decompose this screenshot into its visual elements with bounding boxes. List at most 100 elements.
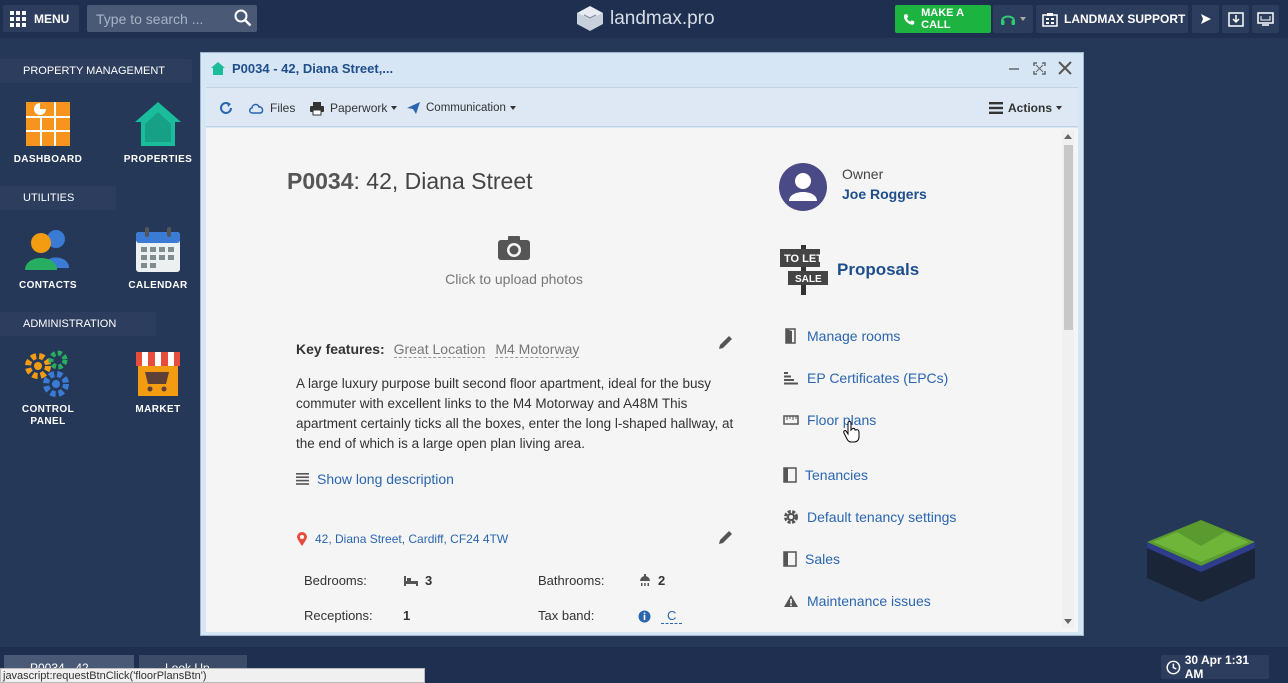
notifications-button[interactable] xyxy=(1192,5,1219,33)
download-button[interactable] xyxy=(1222,5,1249,33)
property-description: A large luxury purpose built second floo… xyxy=(296,376,734,451)
logo-text: landmax.pro xyxy=(610,8,715,29)
refresh-icon xyxy=(220,102,232,114)
calendar-icon xyxy=(136,227,180,272)
scroll-down-icon[interactable] xyxy=(1064,619,1072,624)
bathrooms-value-row: 2 xyxy=(638,573,665,588)
maintenance-issues-link[interactable]: Maintenance issues xyxy=(783,593,931,609)
control-panel-label: CONTROL PANEL xyxy=(21,404,75,427)
headset-button[interactable] xyxy=(993,5,1033,33)
window-title-bar[interactable]: P0034 - 42, Diana Street,... xyxy=(201,53,1083,83)
paper-plane-icon xyxy=(407,102,420,114)
book-icon xyxy=(783,467,797,483)
logo-cube-icon xyxy=(577,6,603,31)
scroll-up-icon[interactable] xyxy=(1064,134,1072,139)
communication-label: Communication xyxy=(426,102,506,114)
dashboard-tile[interactable]: DASHBOARD xyxy=(0,100,98,165)
market-tile[interactable]: MARKET xyxy=(108,350,208,415)
files-label: Files xyxy=(270,101,296,115)
minimize-button[interactable] xyxy=(1004,59,1024,77)
edit-features-pencil-icon[interactable] xyxy=(716,334,734,352)
communication-dropdown[interactable]: Communication xyxy=(406,98,516,118)
owner-name-link[interactable]: Joe Roggers xyxy=(842,186,927,202)
clock-text: 30 Apr 1:31 AM xyxy=(1184,653,1249,681)
default-tenancy-settings-link[interactable]: Default tenancy settings xyxy=(783,509,956,525)
grid-icon xyxy=(10,10,26,27)
to-let-sign-icon: TO LET SALE xyxy=(780,245,828,295)
minimize-icon xyxy=(1009,68,1019,70)
tenancies-link[interactable]: Tenancies xyxy=(783,467,868,483)
close-button[interactable] xyxy=(1055,59,1075,77)
search-icon[interactable] xyxy=(234,9,252,27)
expand-icon xyxy=(1032,61,1046,75)
key-feature-tag: M4 Motorway xyxy=(495,341,580,358)
contacts-label: CONTACTS xyxy=(18,280,77,291)
gears-icon xyxy=(25,350,69,397)
home-icon xyxy=(211,61,225,75)
maintenance-issues-label: Maintenance issues xyxy=(807,593,931,609)
properties-label: PROPERTIES xyxy=(123,154,193,165)
taxband-stat: Tax band: xyxy=(538,608,594,623)
properties-tile[interactable]: PROPERTIES xyxy=(108,100,208,165)
make-a-call-label: MAKE A CALL xyxy=(921,7,964,31)
landmax-support-button[interactable]: LANDMAX SUPPORT xyxy=(1036,5,1188,33)
owner-label: Owner xyxy=(842,166,884,182)
search-input[interactable] xyxy=(87,5,227,32)
manage-rooms-link[interactable]: Manage rooms xyxy=(783,328,900,344)
headset-icon xyxy=(1001,15,1015,25)
refresh-button[interactable] xyxy=(219,98,238,118)
tenancies-label: Tenancies xyxy=(805,467,869,483)
fullscreen-button[interactable] xyxy=(1252,5,1279,33)
ruler-icon xyxy=(783,415,799,425)
dashboard-icon xyxy=(26,102,70,146)
chevron-down-icon xyxy=(509,106,516,110)
section-utilities: UTILITIES xyxy=(0,186,116,210)
support-icon xyxy=(1042,12,1058,27)
map-marker-icon xyxy=(297,532,307,546)
sales-link[interactable]: Sales xyxy=(783,551,840,567)
epc-link[interactable]: EP Certificates (EPCs) xyxy=(783,370,948,386)
control-panel-tile[interactable]: CONTROL PANEL xyxy=(0,350,98,428)
manage-rooms-label: Manage rooms xyxy=(807,328,901,344)
receptions-value: 1 xyxy=(403,608,411,623)
owner-avatar[interactable] xyxy=(779,163,827,211)
camera-icon xyxy=(498,236,530,260)
section-property-management: PROPERTY MANAGEMENT xyxy=(0,59,192,83)
proposals-heading[interactable]: Proposals xyxy=(837,260,919,280)
monitor-icon xyxy=(1257,12,1274,26)
menu-button[interactable]: MENU xyxy=(3,5,79,32)
contacts-tile[interactable]: CONTACTS xyxy=(0,226,98,291)
upload-photos[interactable]: Click to upload photos xyxy=(444,235,584,287)
bedrooms-label: Bedrooms: xyxy=(304,573,367,588)
bathrooms-value: 2 xyxy=(658,573,666,588)
market-label: MARKET xyxy=(135,404,181,415)
floor-plans-link[interactable]: Floor plans xyxy=(783,412,876,428)
paperwork-label: Paperwork xyxy=(330,101,388,115)
key-feature-tag: Great Location xyxy=(393,341,486,358)
content-scrollbar[interactable] xyxy=(1062,130,1074,628)
calendar-tile[interactable]: CALENDAR xyxy=(108,226,208,291)
clock-icon xyxy=(1166,660,1181,674)
to-let-sign-bottom-text: SALE xyxy=(795,274,822,285)
make-a-call-button[interactable]: MAKE A CALL xyxy=(895,5,991,33)
clock[interactable]: 30 Apr 1:31 AM xyxy=(1161,653,1269,681)
edit-address-pencil-icon[interactable] xyxy=(716,529,734,547)
show-long-description-label: Show long description xyxy=(317,471,454,487)
scroll-thumb[interactable] xyxy=(1064,145,1073,330)
browser-status-bar: javascript:requestBtnClick('floorPlansBt… xyxy=(0,668,425,683)
bell-icon xyxy=(1200,14,1211,24)
maximize-button[interactable] xyxy=(1029,59,1049,77)
key-features-label: Key features: xyxy=(296,341,385,357)
files-button[interactable]: Files xyxy=(248,98,295,118)
bedrooms-value-row: 3 xyxy=(403,573,432,588)
taxband-value-row[interactable]: C xyxy=(638,608,683,624)
info-icon xyxy=(638,610,651,622)
landmax-logo: landmax.pro xyxy=(575,5,715,33)
actions-dropdown[interactable]: Actions xyxy=(989,98,1063,118)
actions-label: Actions xyxy=(1008,101,1053,115)
to-let-sign-top-text: TO LET xyxy=(784,253,823,265)
property-address-link[interactable]: 42, Diana Street, Cardiff, CF24 4TW xyxy=(297,532,508,546)
top-bar: MENU landmax.pro MAKE A CALL LANDMAX SUP… xyxy=(0,0,1288,38)
show-long-description-link[interactable]: Show long description xyxy=(296,471,454,487)
paperwork-dropdown[interactable]: Paperwork xyxy=(309,98,398,118)
